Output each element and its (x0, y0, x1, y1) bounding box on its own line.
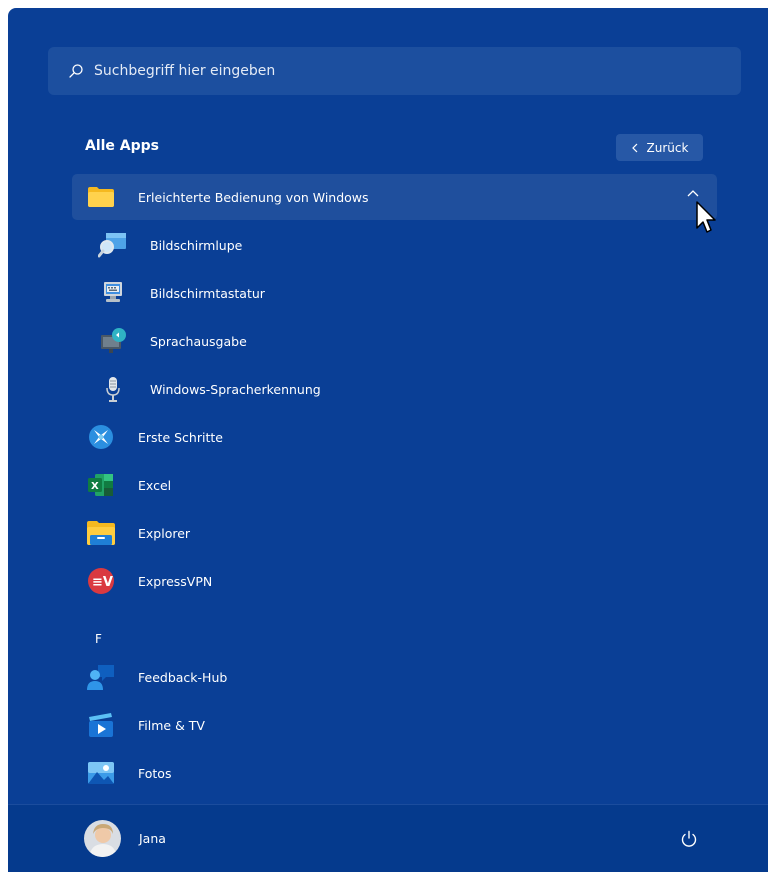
power-button[interactable] (680, 830, 698, 852)
movies-tv-icon (86, 710, 116, 740)
search-placeholder: Suchbegriff hier eingeben (94, 63, 276, 79)
photos-icon (86, 758, 116, 788)
letter-header[interactable]: F (95, 632, 102, 646)
app-item-excel[interactable]: X Excel (72, 462, 717, 508)
svg-text:≡V: ≡V (92, 575, 113, 590)
app-item-feedback-hub[interactable]: Feedback-Hub (72, 654, 717, 700)
microphone-icon (98, 374, 128, 404)
app-item-erste-schritte[interactable]: Erste Schritte (72, 414, 717, 460)
app-label: ExpressVPN (138, 573, 213, 589)
app-label: Excel (138, 477, 172, 493)
app-label: Erleichterte Bedienung von Windows (138, 189, 369, 205)
on-screen-keyboard-icon (98, 278, 128, 308)
get-started-icon (86, 422, 116, 452)
search-icon (69, 64, 83, 78)
start-menu: Suchbegriff hier eingeben Alle Apps Zurü… (8, 8, 768, 872)
folder-icon (86, 182, 116, 212)
expressvpn-icon: ≡V (86, 566, 116, 596)
power-icon (681, 830, 697, 847)
app-item-bildschirmlupe[interactable]: Bildschirmlupe (72, 222, 717, 268)
app-label: Bildschirmtastatur (150, 285, 265, 301)
app-item-bildschirmtastatur[interactable]: Bildschirmtastatur (72, 270, 717, 316)
start-footer: Jana (8, 804, 768, 872)
app-label: Filme & TV (138, 717, 205, 733)
back-button-label: Zurück (646, 140, 689, 155)
mouse-cursor-icon (696, 201, 716, 233)
app-item-filme-tv[interactable]: Filme & TV (72, 702, 717, 748)
back-button[interactable]: Zurück (616, 134, 703, 161)
app-label: Explorer (138, 525, 191, 541)
app-label: Bildschirmlupe (150, 237, 243, 253)
user-name: Jana (139, 831, 166, 846)
app-item-fotos[interactable]: Fotos (72, 750, 717, 796)
chevron-left-icon (631, 143, 637, 152)
feedback-hub-icon (86, 662, 116, 692)
app-item-expressvpn[interactable]: ≡V ExpressVPN (72, 558, 717, 604)
search-box[interactable]: Suchbegriff hier eingeben (48, 47, 741, 95)
excel-icon: X (86, 470, 116, 500)
chevron-up-icon[interactable] (687, 189, 699, 197)
app-item-explorer[interactable]: Explorer (72, 510, 717, 556)
user-account-button[interactable]: Jana (84, 820, 166, 857)
app-item-erleichterte-bedienung[interactable]: Erleichterte Bedienung von Windows (72, 174, 717, 220)
narrator-icon (98, 326, 128, 356)
app-label: Windows-Spracherkennung (150, 381, 321, 397)
app-label: Sprachausgabe (150, 333, 247, 349)
magnifier-icon (98, 230, 128, 260)
app-item-windows-spracherkennung[interactable]: Windows-Spracherkennung (72, 366, 717, 412)
app-label: Fotos (138, 765, 172, 781)
all-apps-title: Alle Apps (85, 138, 160, 154)
app-item-sprachausgabe[interactable]: Sprachausgabe (72, 318, 717, 364)
app-label: Erste Schritte (138, 429, 223, 445)
file-explorer-icon (86, 518, 116, 548)
app-label: Feedback-Hub (138, 669, 228, 685)
svg-text:X: X (91, 481, 99, 492)
avatar (84, 820, 121, 857)
